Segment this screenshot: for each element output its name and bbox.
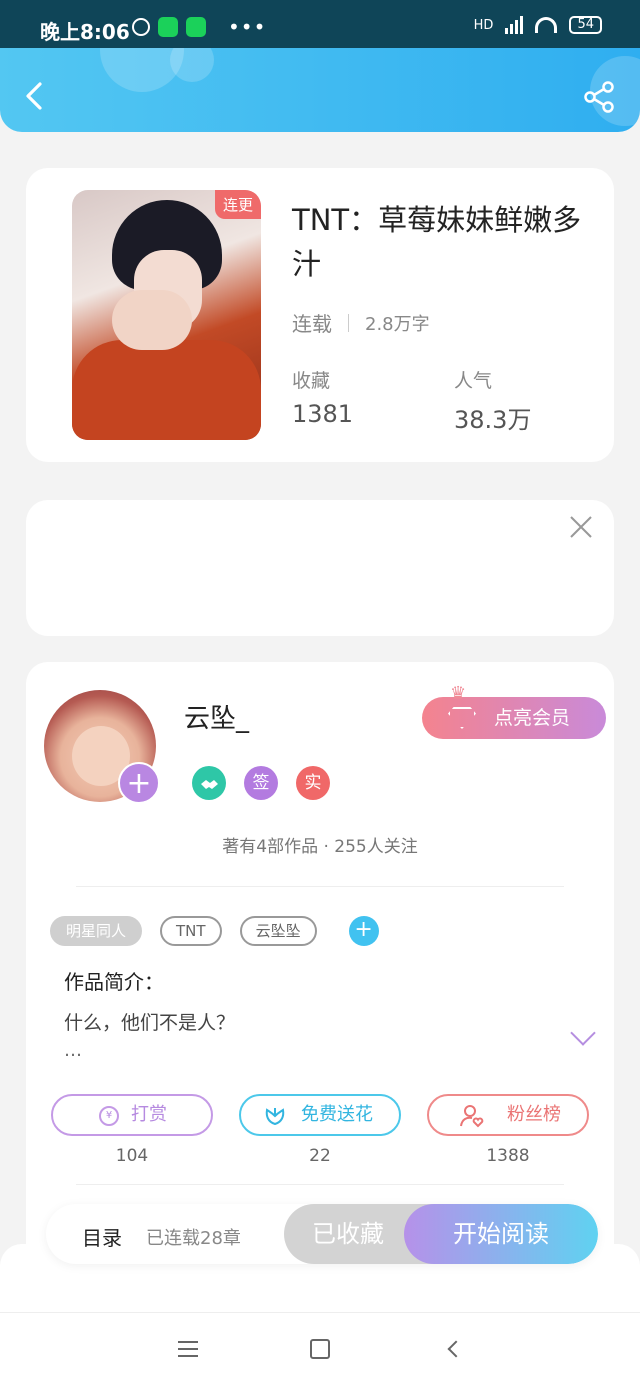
back-icon[interactable] (18, 78, 54, 114)
header (0, 48, 640, 132)
menu-icon[interactable] (178, 1341, 198, 1357)
vip-button-label: 点亮会员 (494, 707, 571, 729)
handshake-icon (192, 766, 226, 800)
popularity-label: 人气 (454, 370, 493, 392)
meta-divider (348, 313, 349, 332)
divider (76, 1184, 564, 1185)
fan-ranking-label: 粉丝榜 (507, 1104, 561, 1125)
battery-icon: 54 (569, 16, 602, 34)
tag-item[interactable]: TNT (160, 916, 222, 946)
home-icon[interactable] (310, 1339, 330, 1359)
intro-ellipsis: … (64, 1040, 82, 1061)
cover-art (112, 290, 192, 350)
toc-button[interactable]: 目录 (82, 1222, 122, 1251)
read-bar: 目录 已连载28章 已收藏 开始阅读 (46, 1204, 598, 1264)
reward-label: 打赏 (131, 1104, 167, 1125)
fan-ranking-count: 1388 (486, 1146, 530, 1166)
status-time: 晚上8:06 (40, 20, 130, 44)
favorites-value: 1381 (292, 400, 354, 428)
send-flower-count: 22 (309, 1146, 331, 1166)
diamond-icon (448, 707, 476, 729)
flower-icon (265, 1108, 285, 1126)
chevron-down-icon[interactable] (570, 1020, 596, 1046)
chapter-count: 已连载28章 (146, 1228, 241, 1249)
vip-button[interactable]: ♛ 点亮会员 (422, 683, 606, 739)
wechat-icon (186, 17, 206, 37)
fan-ranking-button[interactable]: 粉丝榜 (427, 1094, 589, 1136)
yen-icon: ¥ (99, 1106, 119, 1126)
book-info-card: 连更 TNT：草莓妹妹鲜嫩多汁 连载 2.8万字 收藏 1381 人气 38.3… (26, 168, 614, 462)
share-icon[interactable] (582, 80, 616, 114)
more-notifications-icon: ••• (228, 15, 267, 39)
intro-label: 作品简介： (64, 970, 164, 994)
alarm-icon (132, 18, 150, 36)
verified-badge: 实 (296, 766, 330, 800)
network-label: HD (473, 17, 494, 33)
divider (76, 886, 564, 887)
author-stats: 著有4部作品 · 255人关注 (222, 837, 418, 857)
ad-card (26, 500, 614, 636)
decor-bubble (170, 48, 214, 82)
status-icons-left: ••• (132, 17, 266, 37)
favorites-label: 收藏 (292, 370, 331, 392)
signal-icon (505, 16, 524, 34)
start-reading-button[interactable]: 开始阅读 (404, 1204, 598, 1264)
book-word-count: 2.8万字 (365, 313, 430, 335)
back-nav-icon[interactable] (447, 1340, 465, 1358)
book-meta: 连载 2.8万字 (292, 308, 430, 337)
tag-item[interactable]: 云坠坠 (239, 916, 317, 946)
close-icon[interactable] (568, 514, 594, 540)
follow-author-button[interactable]: + (118, 762, 160, 804)
send-flower-label: 免费送花 (301, 1104, 373, 1125)
wechat-icon (158, 17, 178, 37)
wifi-icon (535, 17, 558, 33)
status-right: HD 54 (474, 16, 602, 34)
user-heart-icon (460, 1105, 484, 1128)
reward-count: 104 (115, 1146, 149, 1166)
status-bar: 晚上8:06 ••• HD 54 (0, 0, 640, 48)
book-title: TNT：草莓妹妹鲜嫩多汁 (292, 203, 582, 281)
add-tag-button[interactable]: + (348, 916, 379, 946)
send-flower-button[interactable]: 免费送花 (239, 1094, 401, 1136)
author-name: 云坠_ (184, 704, 250, 734)
tag-list: 明星同人 TNT 云坠坠 + (50, 916, 379, 946)
tag-item[interactable]: 明星同人 (50, 916, 143, 946)
system-navbar (0, 1312, 640, 1387)
author-badges: 签 实 (192, 766, 330, 800)
book-status: 连载 (292, 312, 332, 336)
reward-button[interactable]: ¥ 打赏 (51, 1094, 213, 1136)
cover-art (72, 340, 261, 440)
intro-text: 什么，他们不是人？ (64, 1012, 236, 1034)
popularity-value: 38.3万 (454, 406, 532, 434)
update-badge: 连更 (214, 190, 261, 219)
signed-badge: 签 (244, 766, 278, 800)
book-cover[interactable]: 连更 (72, 190, 261, 440)
